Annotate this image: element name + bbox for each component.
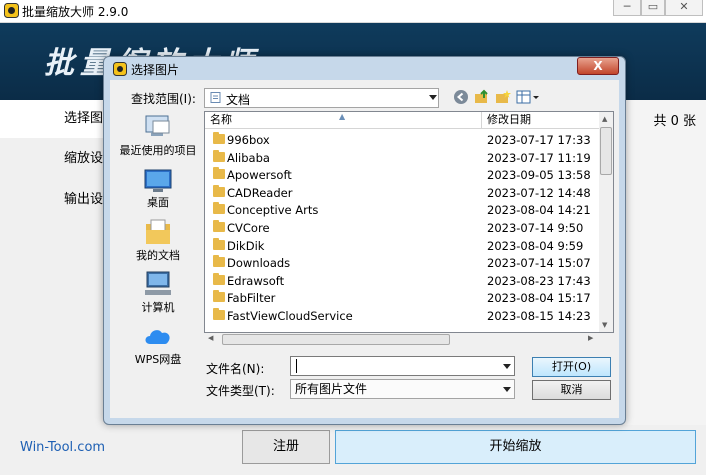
file-name: CADReader [227, 185, 293, 200]
website-link[interactable]: Win-Tool.com [20, 440, 105, 455]
close-window-button[interactable]: ✕ [665, 0, 703, 16]
register-button[interactable]: 注册 [242, 430, 330, 464]
file-row[interactable]: CADReader 2023-07-12 14:48 [205, 184, 599, 202]
place-label-documents[interactable]: 我的文档 [116, 247, 200, 263]
horizontal-scroll-thumb[interactable] [222, 334, 450, 345]
file-name: Downloads [227, 256, 291, 271]
vertical-scroll-thumb[interactable] [600, 127, 612, 175]
sort-ascending-icon: ▲ [339, 112, 346, 121]
text-cursor [296, 359, 297, 373]
dialog-app-icon [113, 62, 127, 76]
minimize-button[interactable]: ─ [613, 0, 641, 16]
back-icon[interactable] [453, 89, 469, 105]
scroll-left-icon[interactable]: ◀ [208, 334, 213, 342]
file-name: 996box [227, 133, 270, 147]
folder-icon [213, 290, 225, 303]
filename-label: 文件名(N): [206, 362, 265, 376]
look-in-value: 文档 [226, 93, 251, 107]
file-date: 2023-08-23 17:43 [487, 273, 591, 288]
folder-icon [213, 184, 225, 197]
filetype-dropdown[interactable]: 所有图片文件 [290, 379, 515, 399]
start-scaling-button[interactable]: 开始缩放 [335, 430, 696, 464]
file-row[interactable]: Conceptive Arts 2023-08-04 14:21 [205, 201, 599, 219]
file-date: 2023-08-04 14:21 [487, 203, 591, 218]
place-label-desktop[interactable]: 桌面 [116, 194, 200, 210]
file-row[interactable]: Edrawsoft 2023-08-23 17:43 [205, 272, 599, 290]
file-name: CVCore [227, 221, 270, 235]
folder-icon [213, 132, 225, 144]
folder-icon [213, 237, 225, 250]
file-row[interactable]: FabFilter 2023-08-04 15:17 [205, 289, 599, 307]
filetype-dropdown-arrow-icon[interactable] [503, 387, 511, 392]
sidebar-item-scale-settings[interactable]: 缩放设 [0, 140, 120, 178]
file-date: 2023-08-04 9:59 [487, 238, 584, 253]
place-label-wps[interactable]: WPS网盘 [116, 351, 200, 367]
folder-icon [213, 220, 225, 232]
filename-dropdown-arrow-icon[interactable] [503, 364, 511, 369]
file-row[interactable]: DikDik 2023-08-04 9:59 [205, 237, 599, 255]
file-name: FabFilter [227, 291, 276, 306]
file-name: Apowersoft [227, 168, 292, 183]
file-date: 2023-08-04 15:17 [487, 291, 591, 306]
file-row[interactable]: FastViewCloudService 2023-08-15 14:23 [205, 307, 599, 325]
dialog-title: 选择图片 [131, 63, 180, 77]
file-row[interactable]: CVCore 2023-07-14 9:50 [205, 219, 599, 237]
file-date: 2023-07-17 11:19 [487, 150, 591, 165]
folder-icon [213, 149, 225, 162]
file-name: Edrawsoft [227, 273, 285, 288]
scroll-down-icon[interactable]: ▼ [602, 321, 607, 329]
chevron-down-icon[interactable] [429, 95, 437, 100]
app-logo-icon [4, 3, 19, 18]
column-header-date[interactable]: 修改日期 [482, 112, 599, 129]
new-folder-icon[interactable] [495, 89, 511, 105]
file-name: Conceptive Arts [227, 203, 319, 218]
folder-icon [213, 202, 225, 215]
folder-icon [213, 308, 225, 320]
app-title: 批量缩放大师 2.9.0 [22, 5, 129, 19]
file-date: 2023-07-12 14:48 [487, 185, 591, 200]
desktop-icon[interactable] [143, 168, 173, 196]
my-documents-icon[interactable] [143, 218, 173, 246]
file-row[interactable]: Downloads 2023-07-14 15:07 [205, 254, 599, 272]
place-label-recent[interactable]: 最近使用的项目 [116, 142, 200, 158]
file-date: 2023-07-17 17:33 [487, 133, 591, 147]
up-folder-icon[interactable] [474, 89, 490, 105]
folder-icon [213, 255, 225, 268]
file-date: 2023-08-15 14:23 [487, 309, 591, 323]
file-row[interactable]: 996box 2023-07-17 17:33 [205, 131, 599, 149]
wps-cloud-icon[interactable] [143, 322, 173, 350]
file-row[interactable]: Alibaba 2023-07-17 11:19 [205, 149, 599, 167]
sidebar-item-select-images[interactable]: 选择图 [0, 100, 120, 138]
dialog-close-button[interactable]: X [577, 57, 619, 75]
sidebar-item-output-settings[interactable]: 输出设 [0, 181, 120, 219]
file-date: 2023-07-14 9:50 [487, 221, 584, 235]
folder-icon [213, 167, 225, 180]
file-row[interactable]: Apowersoft 2023-09-05 13:58 [205, 166, 599, 184]
open-button[interactable]: 打开(O) [532, 357, 611, 377]
recent-items-icon[interactable] [143, 113, 173, 141]
file-date: 2023-09-05 13:58 [487, 168, 591, 183]
folder-icon [213, 272, 225, 285]
image-count: 共 0 张 [653, 114, 696, 129]
place-label-computer[interactable]: 计算机 [116, 299, 200, 315]
file-name: Alibaba [227, 150, 270, 165]
filetype-label: 文件类型(T): [206, 384, 275, 398]
scroll-up-icon[interactable]: ▲ [602, 115, 607, 123]
view-menu-icon[interactable] [516, 89, 540, 105]
file-name: FastViewCloudService [227, 309, 353, 323]
computer-icon[interactable] [143, 270, 173, 298]
file-date: 2023-07-14 15:07 [487, 256, 591, 271]
document-icon [210, 92, 221, 103]
cancel-button[interactable]: 取消 [532, 380, 611, 400]
scroll-right-icon[interactable]: ▶ [588, 334, 593, 342]
look-in-label: 查找范围(I): [131, 92, 196, 106]
file-name: DikDik [227, 238, 265, 253]
maximize-button[interactable]: ▭ [641, 0, 665, 16]
filename-input[interactable] [290, 356, 515, 376]
